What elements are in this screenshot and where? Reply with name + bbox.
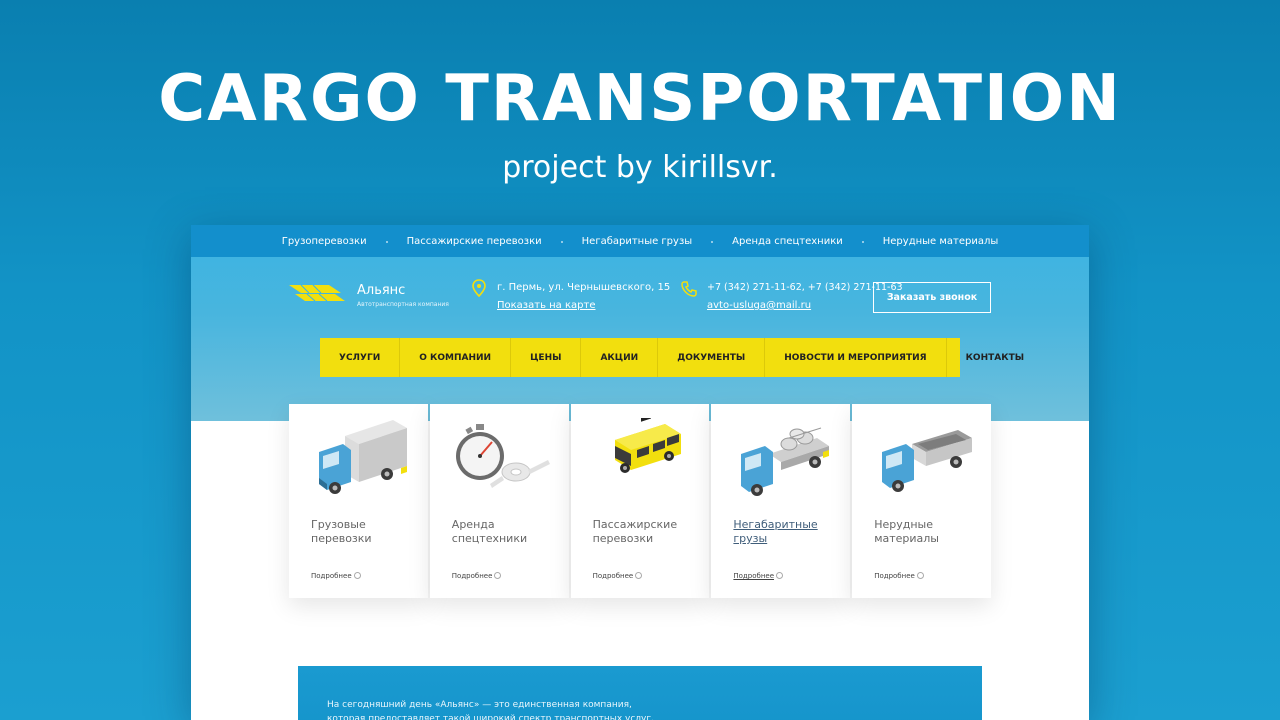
menu-item-contacts[interactable]: КОНТАКТЫ — [947, 338, 1043, 377]
service-card[interactable]: Негабаритные грузы Подробнее — [711, 404, 851, 598]
more-label: Подробнее — [733, 572, 775, 580]
email-link[interactable]: avto-usluga@mail.ru — [707, 300, 811, 311]
more-label: Подробнее — [451, 572, 493, 580]
callback-button[interactable]: Заказать звонок — [873, 282, 991, 313]
main-menu: УСЛУГИ О КОМПАНИИ ЦЕНЫ АКЦИИ ДОКУМЕНТЫ Н… — [320, 338, 1024, 377]
topnav-item-oversized[interactable]: Негабаритные грузы — [560, 236, 713, 247]
more-label: Подробнее — [311, 572, 352, 580]
website-mockup: Грузоперевозки Пассажирские перевозки Не… — [191, 225, 1089, 720]
menu-item-news[interactable]: НОВОСТИ И МЕРОПРИЯТИЯ — [765, 338, 947, 377]
pipe-truck-icon — [741, 427, 830, 496]
more-link[interactable]: Подробнее — [874, 572, 924, 580]
cargo-truck-icon — [319, 420, 407, 494]
more-link[interactable]: Подробнее — [733, 572, 784, 580]
circle-arrow-icon — [353, 572, 361, 579]
show-on-map-link[interactable]: Показать на карте — [497, 300, 596, 311]
menu-item-prices[interactable]: ЦЕНЫ — [511, 338, 582, 377]
service-cards: Грузовые перевозки Подробнее Аренда спец… — [289, 404, 991, 598]
service-card-title: Грузовые перевозки — [311, 518, 372, 545]
menu-item-about[interactable]: О КОМПАНИИ — [400, 338, 512, 377]
more-link[interactable]: Подробнее — [593, 572, 643, 580]
more-link[interactable]: Подробнее — [452, 572, 502, 580]
logo-icon — [289, 284, 345, 302]
topnav-item-materials[interactable]: Нерудные материалы — [861, 236, 1019, 247]
menu-item-documents[interactable]: ДОКУМЕНТЫ — [658, 338, 766, 377]
service-card[interactable]: Аренда спецтехники Подробнее — [429, 404, 569, 598]
stopwatch-key-icon — [455, 424, 550, 488]
menu-item-services[interactable]: УСЛУГИ — [320, 338, 401, 377]
logo-tagline: Автотранспортная компания — [357, 301, 449, 308]
hero-title: CARGO TRANSPORTATION — [158, 62, 1122, 136]
top-navigation: Грузоперевозки Пассажирские перевозки Не… — [191, 225, 1089, 257]
circle-arrow-icon — [916, 572, 924, 579]
logo[interactable]: Альянс Автотранспортная компания — [289, 281, 449, 308]
circle-arrow-icon — [635, 572, 643, 579]
location-pin-icon — [472, 279, 486, 298]
taxi-van-icon — [614, 418, 681, 473]
hero-subtitle: project by kirillsvr. — [502, 150, 778, 185]
about-section: На сегодняшний день «Альянс» — это единс… — [298, 666, 982, 720]
service-card[interactable]: Нерудные материалы Подробнее — [852, 404, 991, 598]
menu-item-promotions[interactable]: АКЦИИ — [581, 338, 659, 377]
dump-truck-icon — [882, 430, 973, 492]
topnav-item-cargo[interactable]: Грузоперевозки — [262, 236, 387, 247]
more-link[interactable]: Подробнее — [311, 572, 361, 580]
more-label: Подробнее — [592, 572, 634, 580]
topnav-item-equipment[interactable]: Аренда спецтехники — [711, 236, 863, 247]
service-card-title[interactable]: Негабаритные грузы — [733, 518, 843, 546]
about-text: На сегодняшний день «Альянс» — это единс… — [327, 700, 654, 720]
topnav-item-passenger[interactable]: Пассажирские перевозки — [385, 236, 562, 247]
service-card[interactable]: Грузовые перевозки Подробнее — [289, 404, 428, 598]
logo-name: Альянс — [357, 283, 406, 298]
phone-icon — [681, 281, 697, 297]
service-card-title: Нерудные материалы — [874, 518, 939, 545]
address-text: г. Пермь, ул. Чернышевского, 15 — [497, 282, 671, 293]
circle-arrow-icon — [494, 572, 502, 579]
more-label: Подробнее — [874, 572, 915, 580]
service-card-title: Аренда спецтехники — [451, 518, 528, 545]
service-card-title: Пассажирские перевозки — [592, 518, 678, 545]
service-card[interactable]: Пассажирские перевозки Подробнее — [570, 404, 710, 598]
circle-arrow-icon — [776, 572, 784, 579]
